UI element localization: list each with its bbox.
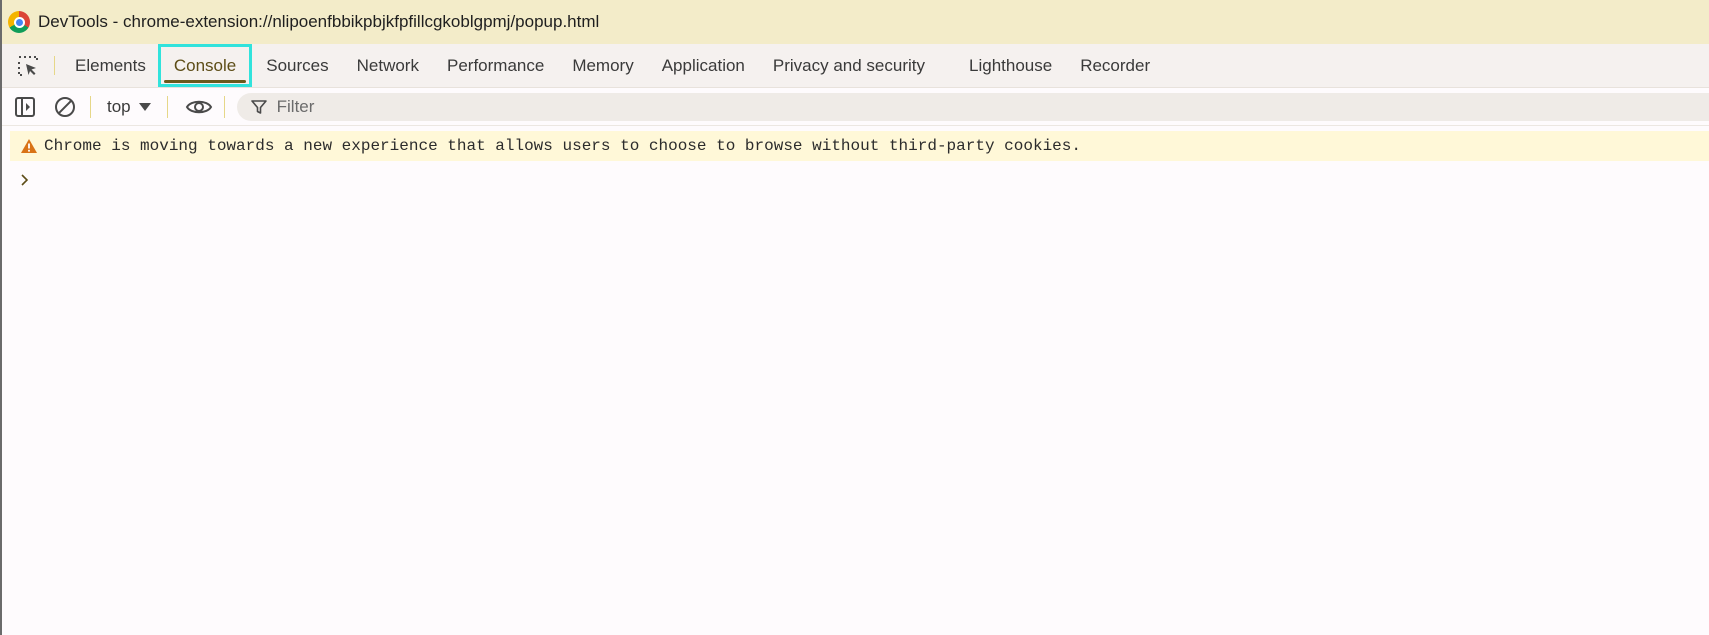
title-bar: DevTools - chrome-extension://nlipoenfbb… <box>2 0 1709 44</box>
toolbar-divider <box>90 95 91 118</box>
toolbar-divider <box>166 95 168 118</box>
chrome-logo-icon <box>8 11 30 33</box>
context-selector[interactable]: top <box>99 97 159 117</box>
filter-box[interactable] <box>236 92 1709 121</box>
filter-input[interactable] <box>274 95 879 118</box>
console-warning-message: Chrome is moving towards a new experienc… <box>10 131 1709 161</box>
console-toolbar: top <box>2 88 1709 126</box>
clear-console-icon[interactable] <box>48 90 82 124</box>
live-expression-eye-icon[interactable] <box>182 90 216 124</box>
console-prompt[interactable] <box>20 169 1709 191</box>
tab-memory[interactable]: Memory <box>558 44 647 87</box>
tab-console[interactable]: Console <box>157 44 253 87</box>
dropdown-arrow-icon <box>138 102 151 111</box>
warning-triangle-icon <box>21 139 37 153</box>
tab-privacy-and-security[interactable]: Privacy and security <box>759 44 939 87</box>
toolbar-divider <box>223 95 225 118</box>
sidebar-toggle-icon[interactable] <box>8 90 42 124</box>
devtools-window: DevTools - chrome-extension://nlipoenfbb… <box>0 0 1709 635</box>
tab-network[interactable]: Network <box>343 44 433 87</box>
tab-sources[interactable]: Sources <box>252 44 342 87</box>
warning-text: Chrome is moving towards a new experienc… <box>44 137 1081 155</box>
tab-application[interactable]: Application <box>648 44 759 87</box>
inspect-element-icon[interactable] <box>8 44 48 87</box>
tab-lighthouse[interactable]: Lighthouse <box>955 44 1066 87</box>
window-title: DevTools - chrome-extension://nlipoenfbb… <box>38 12 600 31</box>
filter-funnel-icon <box>250 99 267 114</box>
tab-recorder[interactable]: Recorder <box>1066 44 1164 87</box>
tab-divider <box>54 56 55 75</box>
chevron-right-icon <box>21 174 29 186</box>
panel-tab-bar: Elements Console Sources Network Perform… <box>2 44 1709 88</box>
tab-performance[interactable]: Performance <box>433 44 558 87</box>
context-value: top <box>107 96 131 116</box>
tab-elements[interactable]: Elements <box>61 44 160 87</box>
